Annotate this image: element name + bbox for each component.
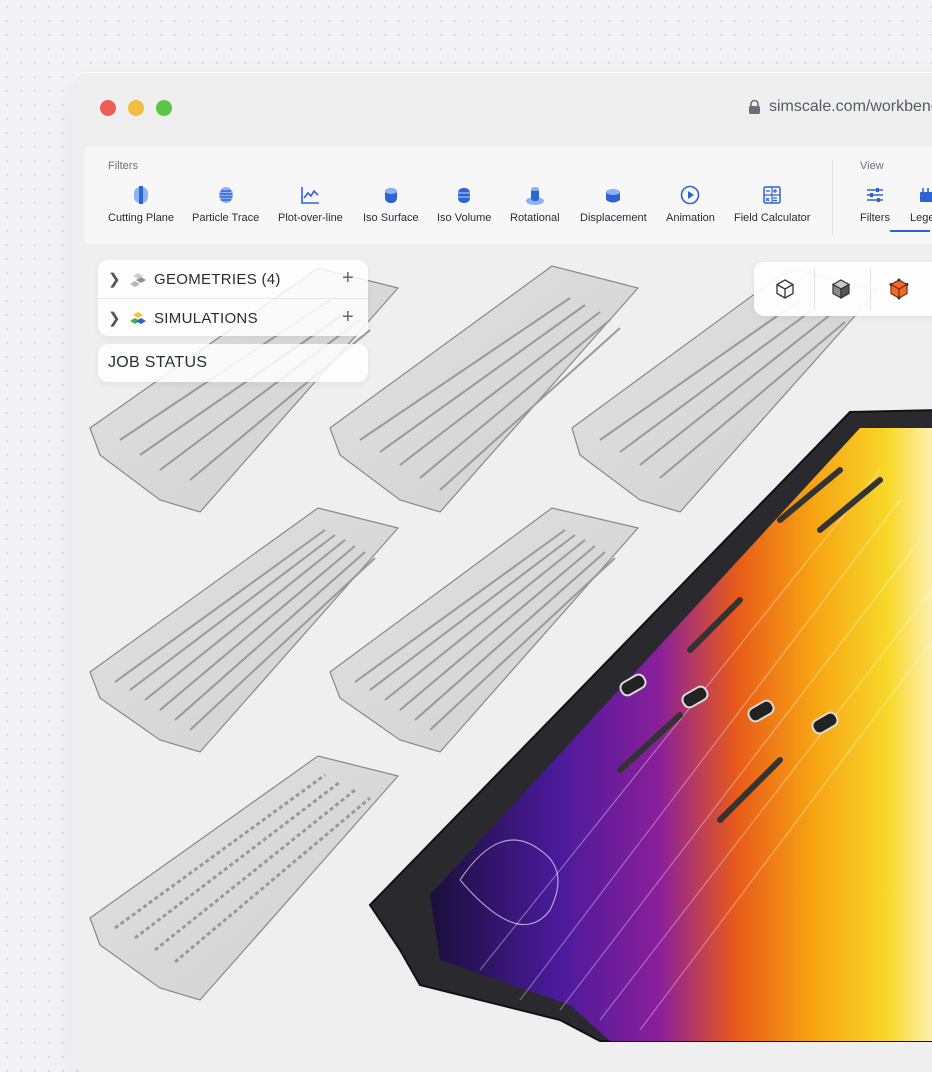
lock-icon: [749, 99, 760, 114]
rotational-label: Rotational: [510, 212, 560, 224]
tree-item-geometries[interactable]: ❯ GEOMETRIES (4) +: [98, 260, 368, 298]
particle-trace-icon: [218, 187, 233, 203]
close-window-button[interactable]: [100, 100, 116, 116]
view-group-label: View: [860, 160, 884, 172]
cutting-plane-label: Cutting Plane: [108, 212, 175, 224]
legend-label: Legend: [910, 212, 932, 224]
displacement-icon: [606, 189, 621, 203]
geometries-label: GEOMETRIES: [154, 270, 258, 288]
url-text: simscale.com/workbench: [769, 98, 932, 115]
legend-icon: [920, 188, 932, 202]
geometries-count: (4): [261, 270, 281, 288]
iso-surface-button[interactable]: Iso Surface: [363, 184, 419, 224]
sliders-icon: [866, 188, 883, 202]
view-controls: [754, 262, 932, 316]
particle-trace-button[interactable]: Particle Trace: [192, 184, 259, 224]
cutting-plane-button[interactable]: Cutting Plane: [108, 184, 174, 224]
tree-item-simulations[interactable]: ❯ SIMULATIONS +: [98, 299, 368, 337]
animation-label: Animation: [666, 212, 715, 224]
rotational-button[interactable]: Rotational: [510, 184, 560, 224]
field-calculator-icon: [763, 186, 781, 204]
particle-trace-label: Particle Trace: [192, 212, 260, 224]
view-filters-button[interactable]: Filters: [860, 184, 890, 224]
play-circle-icon: [681, 185, 700, 205]
iso-volume-icon: [458, 188, 471, 203]
model-tree: ❯ GEOMETRIES (4) + ❯ SIMULATIONS +: [98, 260, 368, 336]
animation-button[interactable]: Animation: [666, 184, 715, 224]
filters-group-label: Filters: [108, 160, 138, 172]
field-calculator-label: Field Calculator: [734, 212, 811, 224]
rotational-icon: [525, 187, 544, 205]
view-divider: [870, 268, 871, 310]
plate-6: [89, 755, 400, 1001]
view-filters-label: Filters: [860, 212, 890, 224]
job-status-panel[interactable]: JOB STATUS: [98, 344, 368, 382]
displacement-button[interactable]: Displacement: [580, 184, 647, 224]
displacement-label: Displacement: [580, 212, 647, 224]
address-bar[interactable]: simscale.com/workbench: [748, 98, 932, 116]
chevron-right-icon: ❯: [108, 271, 121, 288]
iso-volume-button[interactable]: Iso Volume: [437, 184, 491, 224]
plot-over-line-label: Plot-over-line: [278, 212, 343, 224]
simulations-label: SIMULATIONS: [154, 309, 258, 327]
post-processing-toolbar: Filters View Cutting Plane Particle Trac…: [84, 146, 932, 244]
field-calculator-button[interactable]: Field Calculator: [734, 184, 810, 224]
zoom-window-button[interactable]: [156, 100, 172, 116]
solid-cube-icon: [831, 279, 851, 300]
add-simulation-button[interactable]: +: [342, 307, 354, 327]
wireframe-cube-icon: [776, 279, 794, 299]
view-divider: [814, 268, 815, 310]
iso-surface-label: Iso Surface: [363, 212, 419, 224]
active-tab-indicator: [890, 230, 930, 232]
iso-volume-label: Iso Volume: [437, 212, 492, 224]
toolbar-divider: [832, 160, 833, 234]
legend-button[interactable]: Legend: [910, 184, 932, 224]
add-geometry-button[interactable]: +: [342, 268, 354, 288]
chevron-right-icon: ❯: [108, 310, 121, 327]
solid-view-button[interactable]: [824, 272, 858, 306]
minimize-window-button[interactable]: [128, 100, 144, 116]
simulations-icon: [130, 312, 146, 324]
plot-over-line-icon: [301, 187, 320, 204]
plot-over-line-button[interactable]: Plot-over-line: [278, 184, 343, 224]
orientation-view-button[interactable]: [882, 272, 916, 306]
cutting-plane-icon: [134, 186, 149, 204]
iso-surface-icon: [384, 188, 397, 203]
plate-4: [89, 507, 400, 753]
wireframe-view-button[interactable]: [768, 272, 802, 306]
job-status-label: JOB STATUS: [108, 354, 208, 371]
orientation-cube-icon: [889, 278, 909, 300]
geometries-icon: [130, 273, 146, 287]
browser-window: simscale.com/workbench Filters View Cutt…: [72, 72, 932, 1072]
